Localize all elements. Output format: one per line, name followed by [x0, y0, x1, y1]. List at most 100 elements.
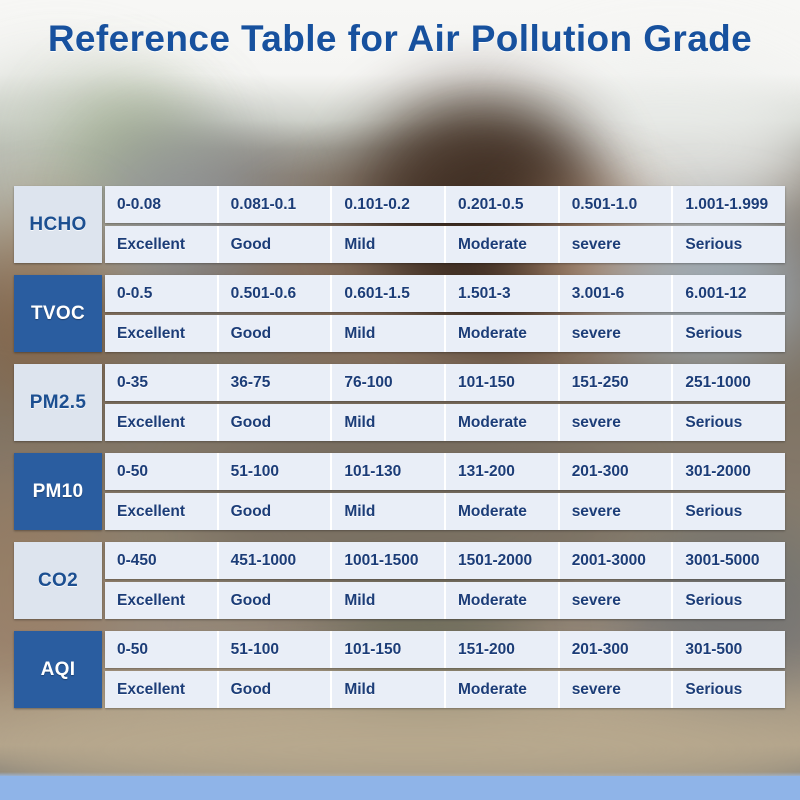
range-cell: 131-200	[446, 453, 560, 490]
grade-cell: Excellent	[105, 493, 219, 530]
table-row: TVOC 0-0.5 0.501-0.6 0.601-1.5 1.501-3 3.001-…	[14, 275, 785, 352]
row-body: 0-450 451-1000 1001-1500 1501-2000 2001-3000…	[105, 542, 785, 619]
range-cell: 201-300	[560, 453, 674, 490]
grade-cell: Serious	[685, 591, 743, 609]
grade-cell: Good	[219, 671, 333, 708]
grade-cell: Good	[219, 493, 333, 530]
grade-cell: Mild	[332, 226, 447, 263]
grade-cell: Excellent	[105, 315, 219, 352]
grade-cell: Good	[219, 582, 333, 619]
row-body: 0-0.5 0.501-0.6 0.601-1.5 1.501-3 3.001-6 6.0…	[105, 275, 785, 352]
grade-cell: Excellent	[105, 226, 219, 263]
pollutant-label: HCHO	[14, 186, 102, 263]
table-row: HCHO 0-0.08 0.081-0.1 0.101-0.2 0.201-0.5 0.5…	[14, 186, 785, 263]
range-cell: 301-500	[685, 640, 743, 658]
range-values-strip: 0-0.5 0.501-0.6 0.601-1.5 1.501-3 3.001-6 6.0…	[105, 275, 785, 312]
range-cell: 151-200	[446, 631, 560, 668]
grade-cell: Mild	[332, 493, 447, 530]
range-cell: 36-75	[219, 364, 333, 401]
grade-cell: severe	[560, 404, 674, 441]
table-row: PM10 0-50 51-100 101-130 131-200 201-300 301-2…	[14, 453, 785, 530]
range-cell: 0-0.5	[105, 275, 219, 312]
range-cell: 1.001-1.999	[685, 195, 769, 213]
range-cell: 76-100	[332, 364, 447, 401]
grade-labels-strip: Excellent Good Mild Moderate severe Serious	[105, 582, 785, 619]
grade-cell: Mild	[332, 582, 447, 619]
range-cell: 0-450	[105, 542, 219, 579]
range-cell: 0.501-0.6	[219, 275, 333, 312]
grade-cell: Excellent	[105, 582, 219, 619]
grade-cell: severe	[560, 582, 674, 619]
range-cell: 3.001-6	[560, 275, 674, 312]
range-cell: 0-50	[105, 453, 219, 490]
range-cell: 151-250	[560, 364, 674, 401]
range-cell: 301-2000	[685, 462, 751, 480]
range-cell: 101-150	[332, 631, 447, 668]
pollutant-label: PM10	[14, 453, 102, 530]
range-cell: 1001-1500	[332, 542, 447, 579]
grade-cell: severe	[560, 315, 674, 352]
row-body: 0-50 51-100 101-130 131-200 201-300 301-2000 E…	[105, 453, 785, 530]
range-cell: 451-1000	[219, 542, 333, 579]
grade-cell: Mild	[332, 671, 447, 708]
range-cell: 201-300	[560, 631, 674, 668]
range-cell: 0-0.08	[105, 186, 219, 223]
grade-cell: Serious	[685, 502, 743, 520]
grade-cell: severe	[560, 671, 674, 708]
table-row: PM2.5 0-35 36-75 76-100 101-150 151-250 251-10…	[14, 364, 785, 441]
grade-cell: Mild	[332, 315, 447, 352]
pollutant-label: AQI	[14, 631, 102, 708]
pollutant-label: PM2.5	[14, 364, 102, 441]
range-cell: 51-100	[219, 453, 333, 490]
grade-cell: Moderate	[446, 671, 560, 708]
range-cell: 0.201-0.5	[446, 186, 560, 223]
range-cell: 251-1000	[685, 373, 751, 391]
grade-cell: Excellent	[105, 671, 219, 708]
range-cell: 0-35	[105, 364, 219, 401]
grade-cell: Serious	[685, 680, 743, 698]
grade-cell: Good	[219, 226, 333, 263]
range-cell: 0.101-0.2	[332, 186, 447, 223]
range-cell: 101-150	[446, 364, 560, 401]
grade-cell: Good	[219, 315, 333, 352]
range-cell: 1.501-3	[446, 275, 560, 312]
range-cell: 0-50	[105, 631, 219, 668]
grade-cell: Excellent	[105, 404, 219, 441]
range-cell: 1501-2000	[446, 542, 560, 579]
title-bar: Reference Table for Air Pollution Grade	[0, 0, 800, 78]
grade-cell: Moderate	[446, 404, 560, 441]
range-values-strip: 0-35 36-75 76-100 101-150 151-250 251-1000	[105, 364, 785, 401]
grade-labels-strip: Excellent Good Mild Moderate severe Serious	[105, 671, 785, 708]
range-cell: 51-100	[219, 631, 333, 668]
range-cell: 0.601-1.5	[332, 275, 447, 312]
range-cell: 101-130	[332, 453, 447, 490]
grade-cell: severe	[560, 493, 674, 530]
range-cell: 0.501-1.0	[560, 186, 674, 223]
page-title: Reference Table for Air Pollution Grade	[47, 18, 753, 59]
range-cell: 6.001-12	[685, 284, 747, 302]
grade-cell: severe	[560, 226, 674, 263]
grade-cell: Serious	[685, 235, 743, 253]
row-body: 0-0.08 0.081-0.1 0.101-0.2 0.201-0.5 0.501-1…	[105, 186, 785, 263]
grade-cell: Moderate	[446, 315, 560, 352]
grade-labels-strip: Excellent Good Mild Moderate severe Serious	[105, 493, 785, 530]
range-cell: 3001-5000	[685, 551, 760, 569]
grade-labels-strip: Excellent Good Mild Moderate severe Serious	[105, 226, 785, 263]
range-values-strip: 0-50 51-100 101-130 131-200 201-300 301-2000	[105, 453, 785, 490]
grade-cell: Serious	[685, 413, 743, 431]
grade-labels-strip: Excellent Good Mild Moderate severe Serious	[105, 315, 785, 352]
table-row: CO2 0-450 451-1000 1001-1500 1501-2000 2001-3…	[14, 542, 785, 619]
range-cell: 2001-3000	[560, 542, 674, 579]
grade-cell: Moderate	[446, 226, 560, 263]
grade-cell: Moderate	[446, 493, 560, 530]
grade-cell: Serious	[685, 324, 743, 342]
bottom-accent-band	[0, 776, 800, 800]
range-values-strip: 0-0.08 0.081-0.1 0.101-0.2 0.201-0.5 0.501-1…	[105, 186, 785, 223]
grade-cell: Moderate	[446, 582, 560, 619]
pollutant-label: TVOC	[14, 275, 102, 352]
row-body: 0-35 36-75 76-100 101-150 151-250 251-1000 Exc…	[105, 364, 785, 441]
range-values-strip: 0-450 451-1000 1001-1500 1501-2000 2001-3000…	[105, 542, 785, 579]
pollutant-label: CO2	[14, 542, 102, 619]
grade-cell: Mild	[332, 404, 447, 441]
row-body: 0-50 51-100 101-150 151-200 201-300 301-500 Ex…	[105, 631, 785, 708]
